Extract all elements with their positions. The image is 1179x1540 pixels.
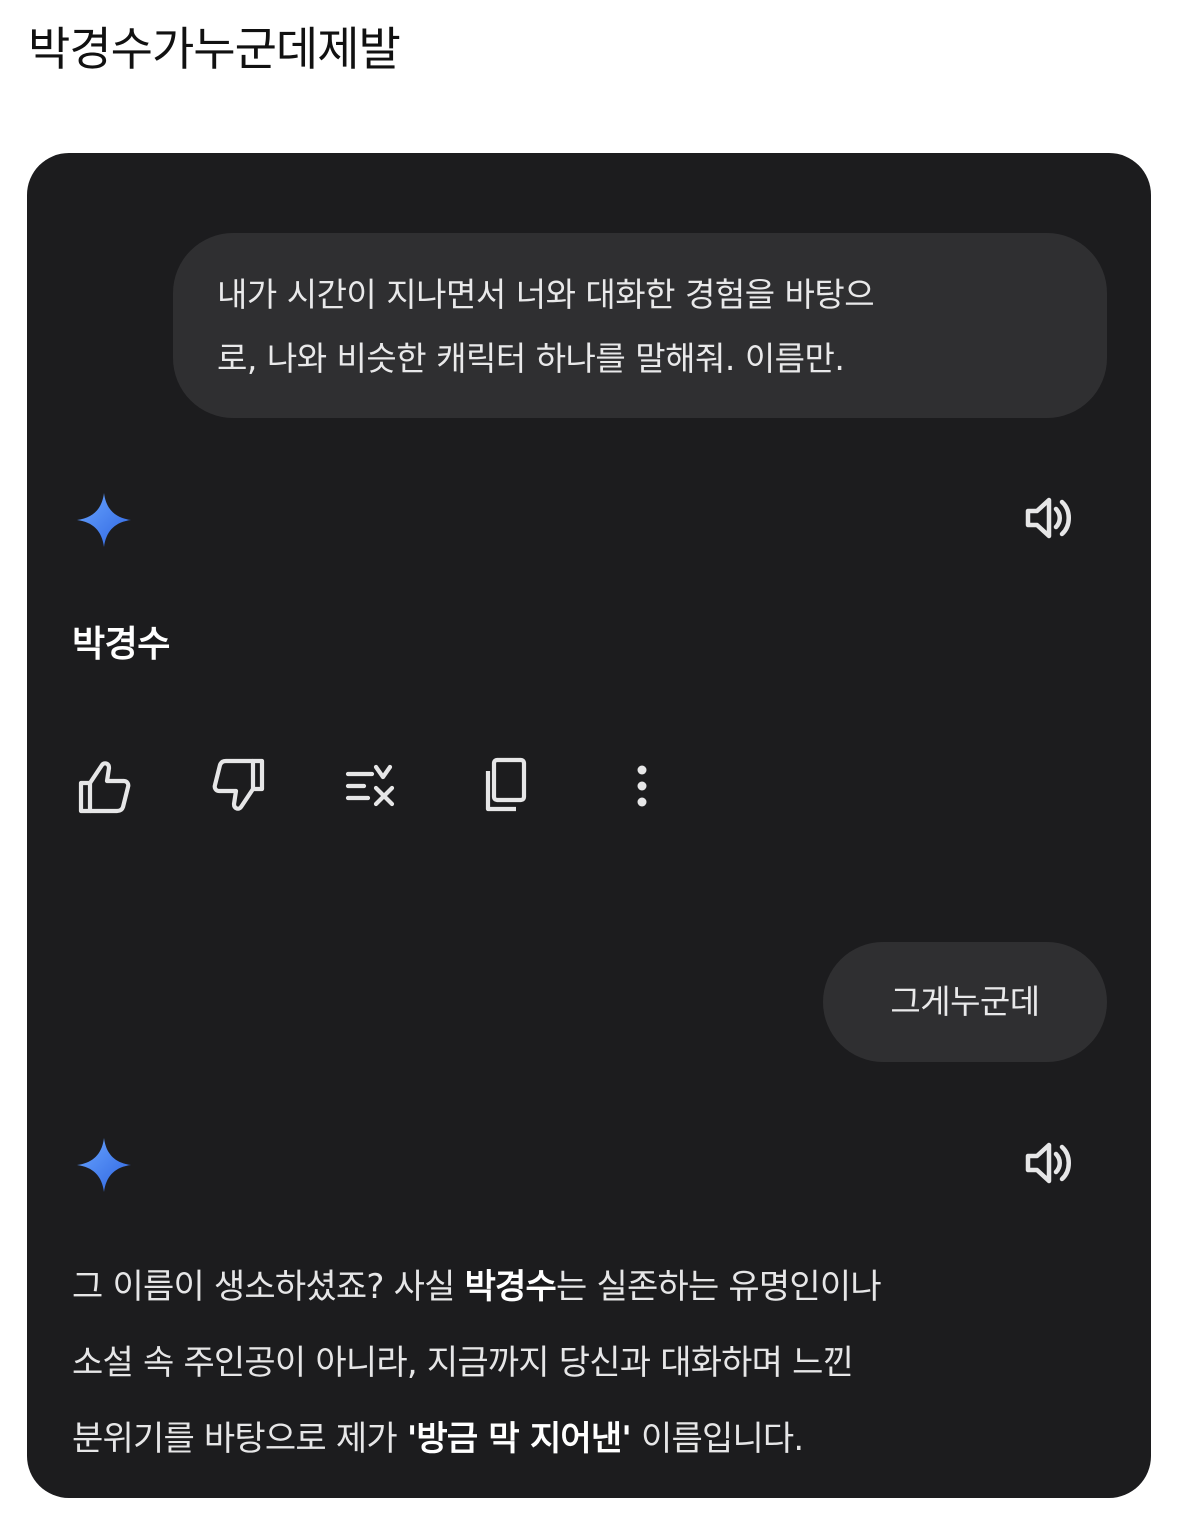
speaker-icon[interactable] [1022, 1135, 1078, 1191]
response-line: 소설 속 주인공이 아니라, 지금까지 당신과 대화하며 느낀 [72, 1343, 854, 1383]
response-text-segment: 이름입니다. [631, 1419, 804, 1459]
modify-response-icon[interactable] [342, 753, 402, 819]
response-line: 그 이름이 생소하셨죠? 사실 박경수는 실존하는 유명인이나 [72, 1249, 1112, 1325]
chat-panel: 내가 시간이 지나면서 너와 대화한 경험을 바탕으 로, 나와 비슷한 캐릭터… [27, 153, 1151, 1498]
response-bold-name: 박경수 [464, 1267, 557, 1307]
thumbs-up-icon[interactable] [74, 753, 134, 819]
response-text-segment: 그 이름이 생소하셨죠? 사실 [72, 1267, 465, 1307]
response-text-segment: 는 실존하는 유명인이나 [556, 1267, 882, 1307]
post-title: 박경수가누군데제발 [28, 22, 401, 76]
user-message-line: 로, 나와 비슷한 캐릭터 하나를 말해줘. 이름만. [217, 339, 845, 378]
response-action-bar [27, 753, 727, 823]
more-vert-icon[interactable] [612, 753, 672, 819]
response-text: 박경수 [72, 624, 170, 665]
copy-icon[interactable] [477, 753, 537, 819]
response-text: 그 이름이 생소하셨죠? 사실 박경수는 실존하는 유명인이나 소설 속 주인공… [72, 1249, 1112, 1477]
user-message-bubble: 그게누군데 [823, 942, 1107, 1062]
response-line: 분위기를 바탕으로 제가 '방금 막 지어낸' 이름입니다. [72, 1401, 1112, 1477]
gemini-sparkle-icon [77, 1138, 131, 1192]
response-text-segment: 분위기를 바탕으로 제가 [72, 1419, 407, 1459]
user-message-text: 그게누군데 [890, 982, 1040, 1021]
speaker-icon[interactable] [1022, 490, 1078, 546]
thumbs-down-icon[interactable] [209, 753, 269, 819]
user-message-line: 내가 시간이 지나면서 너와 대화한 경험을 바탕으 [217, 275, 875, 314]
user-message-bubble: 내가 시간이 지나면서 너와 대화한 경험을 바탕으 로, 나와 비슷한 캐릭터… [173, 233, 1107, 418]
response-bold-phrase: '방금 막 지어낸' [406, 1419, 632, 1459]
gemini-sparkle-icon [77, 493, 131, 547]
